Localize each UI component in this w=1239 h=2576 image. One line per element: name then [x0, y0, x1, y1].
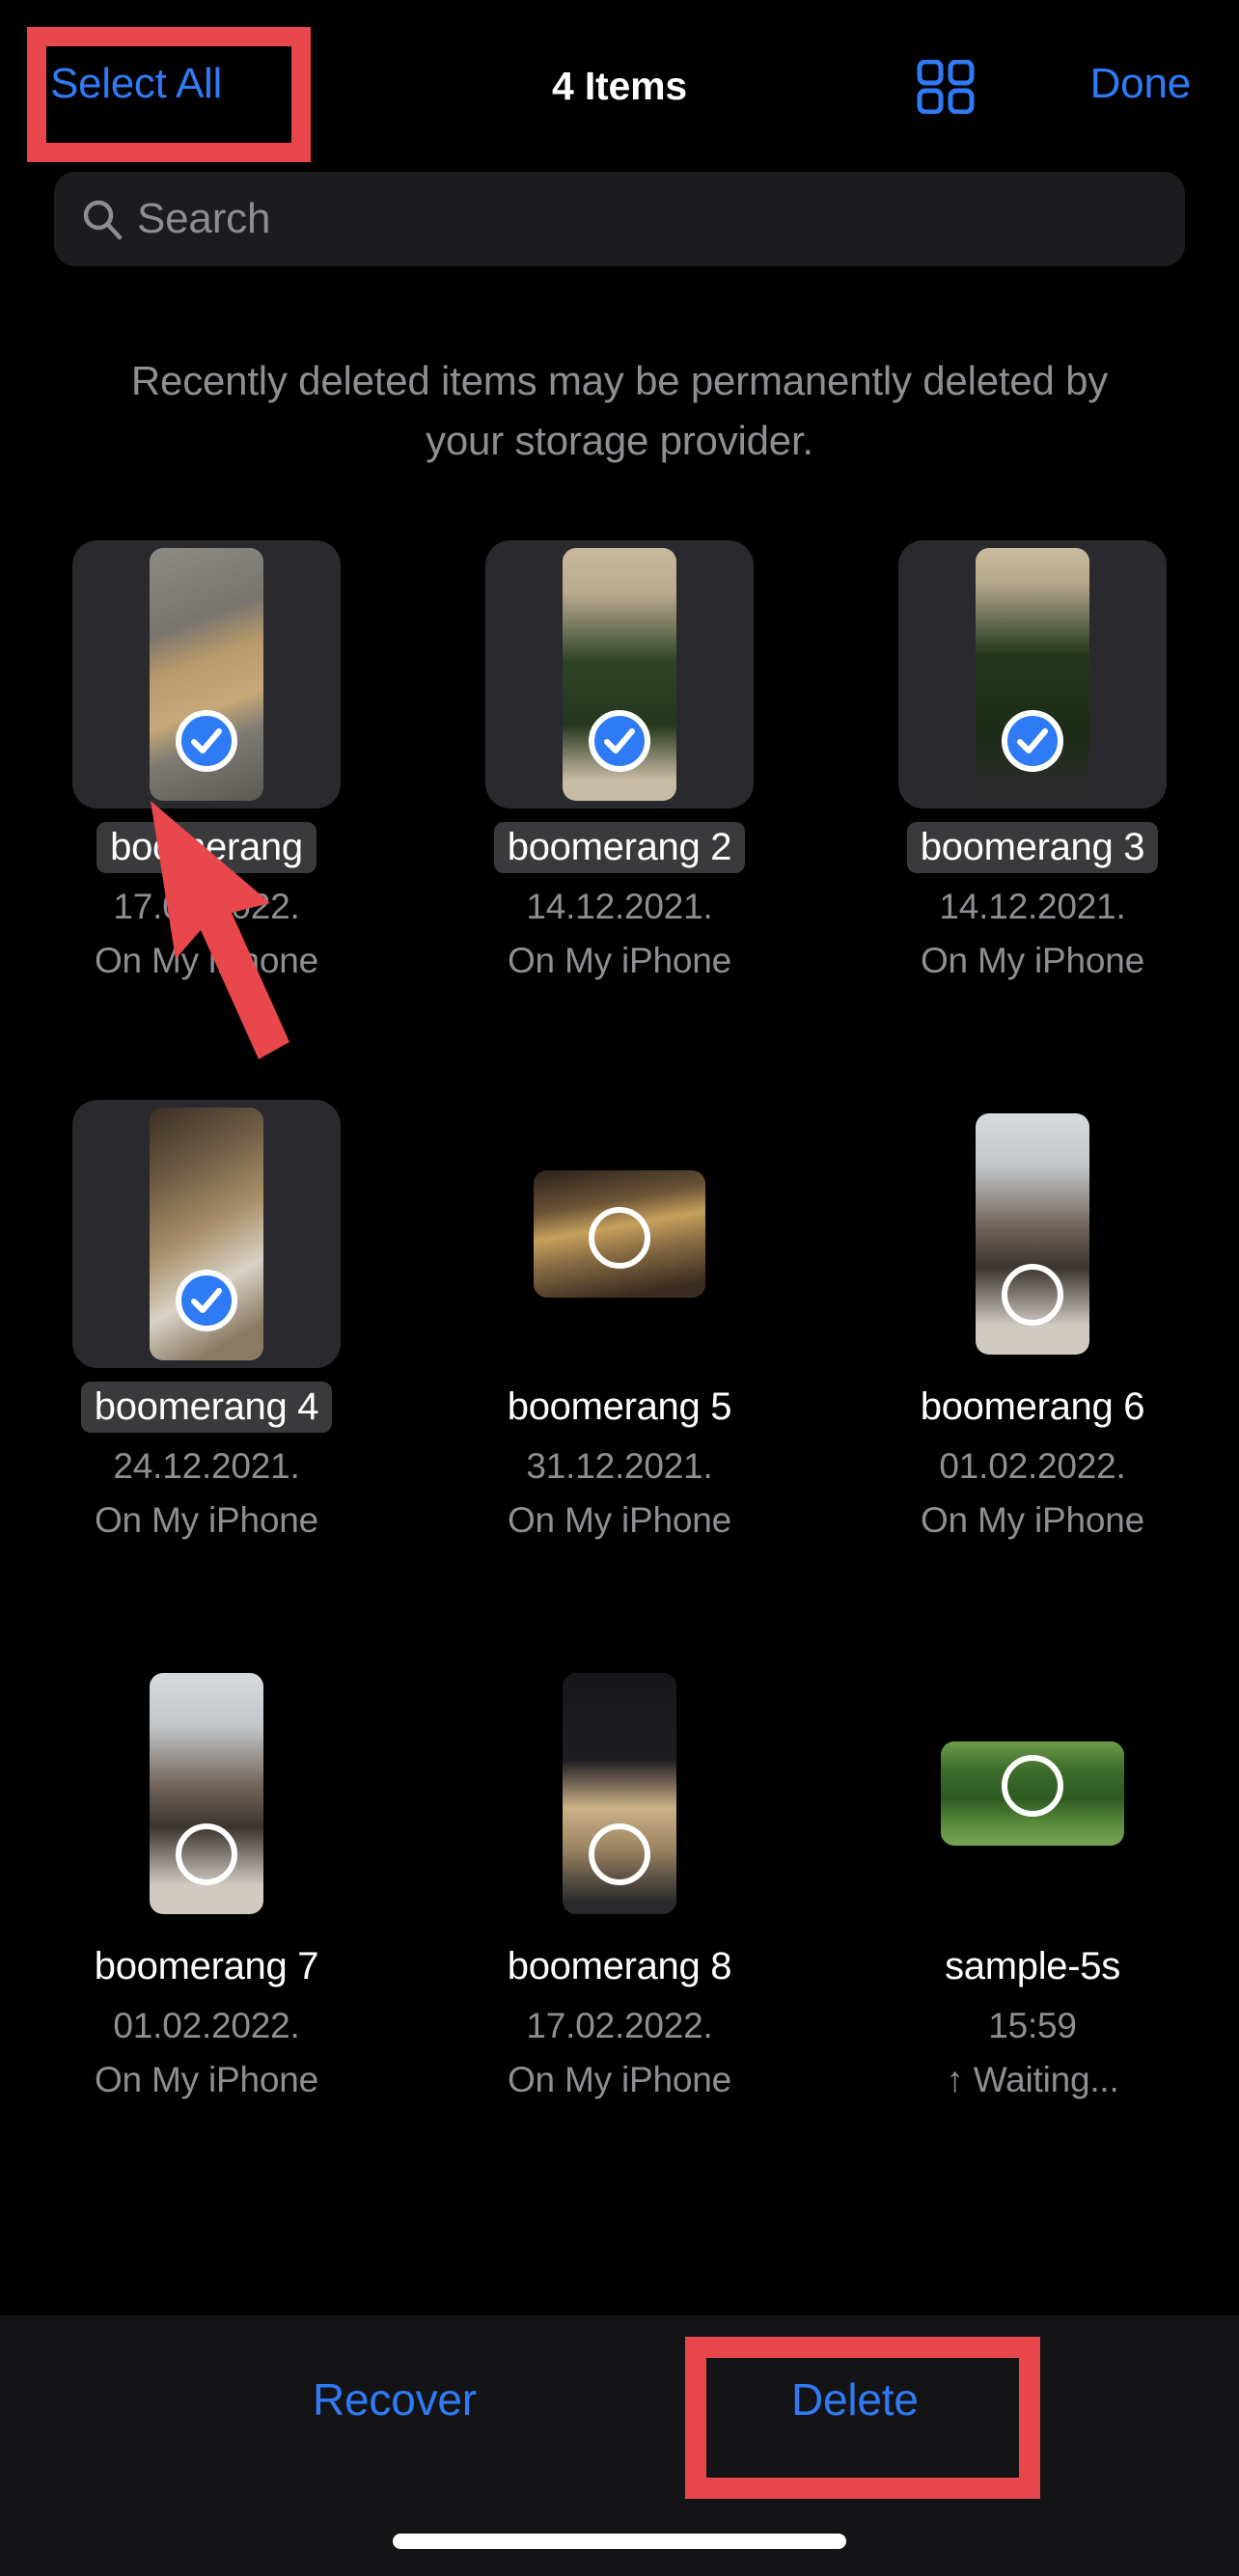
bottom-toolbar: Recover Delete [0, 2316, 1239, 2576]
recover-button[interactable]: Recover [313, 2373, 477, 2425]
thumbnail-slot[interactable] [72, 540, 341, 808]
item-name: boomerang 8 [507, 1945, 732, 1987]
item-name: boomerang 2 [493, 822, 746, 873]
page-title: 4 Items [552, 64, 687, 108]
grid-item[interactable]: boomerang 5 31.12.2021. On My iPhone [413, 1100, 826, 1659]
item-date: 01.02.2022. [113, 2006, 300, 2045]
item-date: 14.12.2021. [939, 887, 1126, 926]
thumbnail-image [976, 1113, 1089, 1355]
grid-item[interactable]: boomerang 17.02.2022. On My iPhone [0, 540, 413, 1100]
item-date: 14.12.2021. [526, 887, 713, 926]
thumbnail-image [563, 548, 676, 801]
navigation-bar: Select All 4 Items Done [0, 0, 1239, 164]
thumbnail-image [563, 1673, 676, 1914]
thumbnail-slot[interactable] [72, 1100, 341, 1368]
deletion-notice: Recently deleted items may be permanentl… [130, 358, 1109, 463]
selected-checkmark-icon[interactable] [589, 710, 650, 772]
thumbnail-image [150, 548, 263, 801]
thumbnail-slot[interactable] [485, 540, 754, 808]
thumbnail-image [976, 548, 1089, 801]
unselected-circle-icon[interactable] [589, 1207, 650, 1269]
grid-item[interactable]: boomerang 3 14.12.2021. On My iPhone [826, 540, 1239, 1100]
thumbnail-slot[interactable] [898, 1100, 1167, 1368]
home-indicator [393, 2534, 846, 2549]
phone-screen: Select All 4 Items Done Search Recently … [0, 0, 1239, 2576]
thumbnail-image [150, 1673, 263, 1914]
unselected-circle-icon[interactable] [1002, 1264, 1063, 1326]
delete-button[interactable]: Delete [791, 2373, 919, 2425]
done-button[interactable]: Done [1090, 60, 1192, 108]
item-location: On My iPhone [94, 1500, 319, 1540]
item-date: 31.12.2021. [526, 1446, 713, 1486]
thumbnail-image [150, 1108, 263, 1360]
item-location: On My iPhone [920, 941, 1145, 980]
unselected-circle-icon[interactable] [589, 1823, 650, 1885]
grid-row: boomerang 4 24.12.2021. On My iPhone boomer… [0, 1100, 1239, 1659]
item-location: On My iPhone [94, 941, 319, 980]
selected-checkmark-icon[interactable] [176, 710, 237, 772]
thumbnail-slot[interactable] [898, 540, 1167, 808]
thumbnail-image [941, 1741, 1124, 1846]
item-date: 01.02.2022. [939, 1446, 1126, 1486]
grid-row: boomerang 7 01.02.2022. On My iPhone boomer… [0, 1659, 1239, 2219]
item-location: ↑ Waiting... [946, 2060, 1119, 2099]
search-field[interactable]: Search [54, 172, 1185, 266]
item-date: 17.02.2022. [113, 887, 300, 926]
selected-checkmark-icon[interactable] [176, 1270, 237, 1331]
item-name: boomerang [96, 822, 317, 873]
grid-row: boomerang 17.02.2022. On My iPhone boomeran… [0, 540, 1239, 1100]
grid-item[interactable]: boomerang 6 01.02.2022. On My iPhone [826, 1100, 1239, 1659]
item-name: boomerang 5 [507, 1385, 732, 1428]
item-name: boomerang 7 [94, 1945, 319, 1987]
search-icon [81, 198, 124, 240]
grid-view-icon[interactable] [917, 59, 975, 115]
unselected-circle-icon[interactable] [176, 1823, 237, 1885]
item-location: On My iPhone [507, 2060, 732, 2099]
item-name: boomerang 6 [920, 1385, 1145, 1428]
items-grid: boomerang 17.02.2022. On My iPhone boomeran… [0, 540, 1239, 2219]
item-location: On My iPhone [920, 1500, 1145, 1540]
thumbnail-slot[interactable] [898, 1659, 1167, 1928]
grid-item[interactable]: boomerang 7 01.02.2022. On My iPhone [0, 1659, 413, 2219]
item-location: On My iPhone [507, 1500, 732, 1540]
unselected-circle-icon[interactable] [1002, 1755, 1063, 1817]
item-name: boomerang 3 [906, 822, 1159, 873]
thumbnail-slot[interactable] [485, 1659, 754, 1928]
thumbnail-slot[interactable] [485, 1100, 754, 1368]
item-location: On My iPhone [94, 2060, 319, 2099]
item-date: 15:59 [988, 2006, 1077, 2045]
search-placeholder: Search [137, 195, 271, 242]
item-name: boomerang 4 [80, 1382, 333, 1433]
selected-checkmark-icon[interactable] [1002, 710, 1063, 772]
grid-item[interactable]: boomerang 4 24.12.2021. On My iPhone [0, 1100, 413, 1659]
item-name: sample-5s [945, 1945, 1120, 1987]
grid-item[interactable]: sample-5s 15:59 ↑ Waiting... [826, 1659, 1239, 2219]
thumbnail-image [534, 1170, 705, 1298]
item-location: On My iPhone [507, 941, 732, 980]
grid-item[interactable]: boomerang 2 14.12.2021. On My iPhone [413, 540, 826, 1100]
item-date: 24.12.2021. [113, 1446, 300, 1486]
grid-item[interactable]: boomerang 8 17.02.2022. On My iPhone [413, 1659, 826, 2219]
item-date: 17.02.2022. [526, 2006, 713, 2045]
thumbnail-slot[interactable] [72, 1659, 341, 1928]
